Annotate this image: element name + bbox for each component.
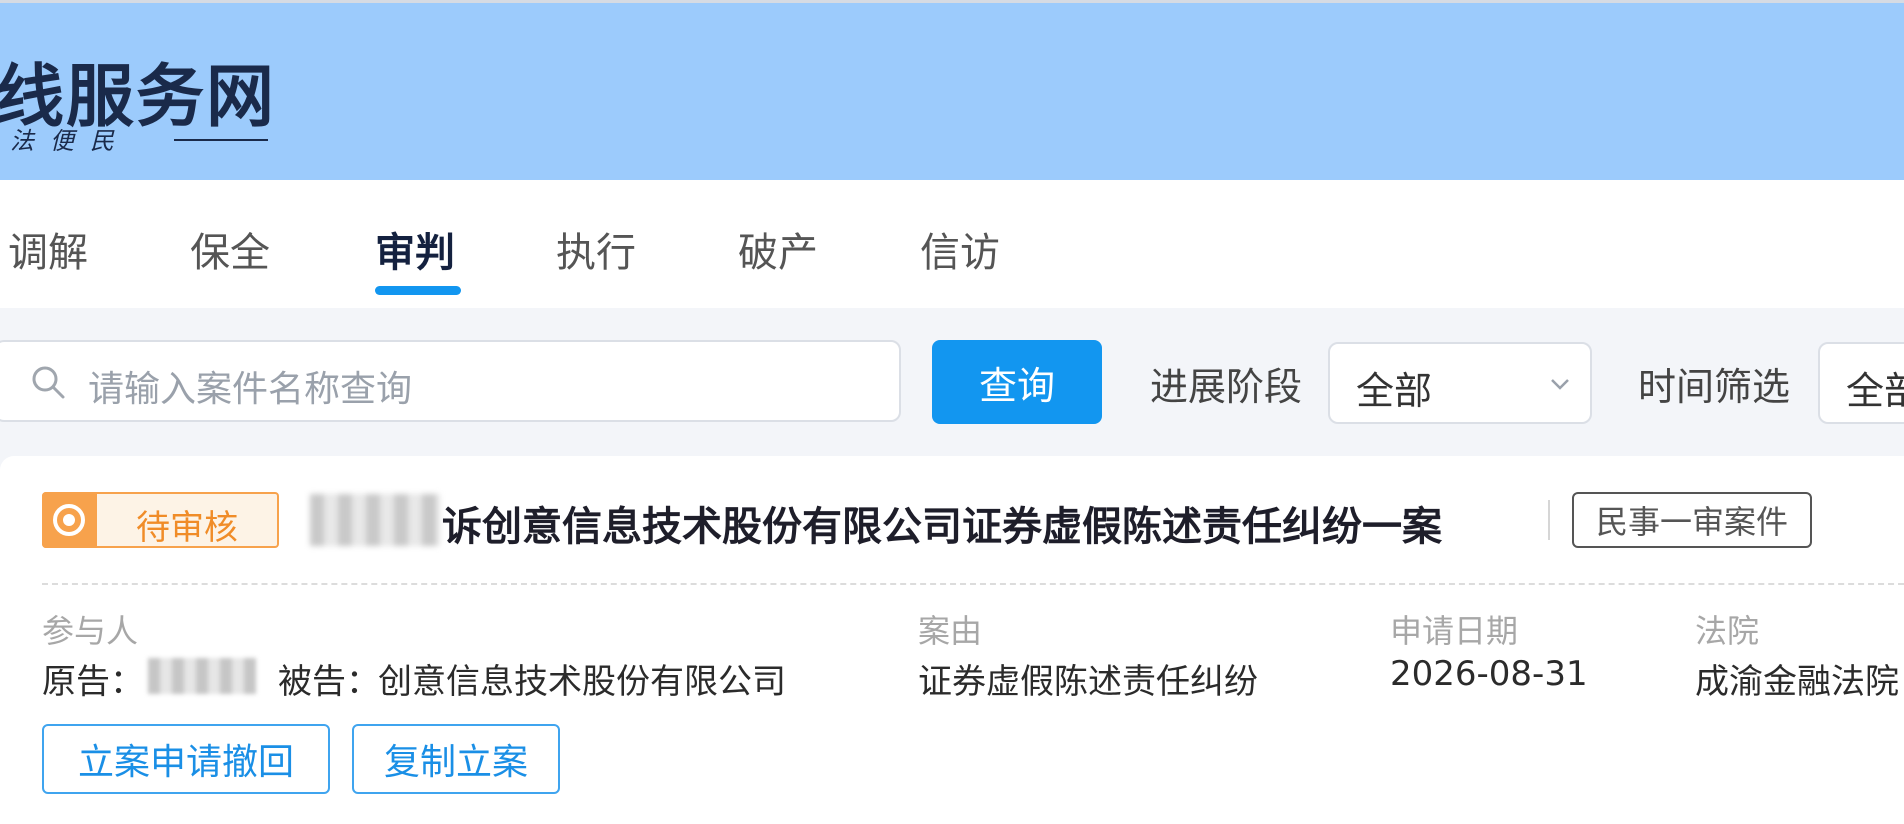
search-icon [32,366,65,399]
stage-select[interactable]: 全部 [1328,342,1592,424]
search-input[interactable]: 请输入案件名称查询 [0,340,901,422]
active-tab-indicator [375,286,461,295]
defendant-value: 创意信息技术股份有限公司 [378,662,786,702]
case-title[interactable]: 诉创意信息技术股份有限公司证券虚假陈述责任纠纷一案 [442,494,1442,552]
tab-bankruptcy[interactable]: 破产 [738,220,818,278]
query-button[interactable]: 查询 [932,340,1102,424]
category-tabs: 调解 保全 审判 执行 破产 信访 [0,180,1904,308]
stage-select-value: 全部 [1356,369,1433,413]
redacted-plaintiff [148,658,256,694]
tab-mediation[interactable]: 调解 [8,220,88,278]
time-filter-label: 时间筛选 [1638,365,1791,409]
withdraw-filing-button[interactable]: 立案申请撤回 [42,724,330,794]
participants-label: 参与人 [42,612,139,650]
copy-filing-button[interactable]: 复制立案 [352,724,560,794]
stage-filter-label: 进展阶段 [1150,365,1303,409]
site-slogan: 法便民 [10,127,130,155]
case-type-tag: 民事一审案件 [1572,492,1812,548]
slogan-divider [174,139,268,141]
tab-enforcement[interactable]: 执行 [556,220,636,278]
status-badge: 待审核 [42,492,279,548]
title-divider [1548,500,1550,540]
plaintiff-label: 原告： [42,662,144,702]
chevron-down-icon [1551,379,1569,390]
card-divider [42,583,1904,585]
site-header: 线服务网 法便民 [0,0,1904,180]
search-placeholder: 请输入案件名称查询 [88,369,413,410]
pending-icon [42,492,97,548]
time-select-value: 全部 [1846,369,1904,413]
tab-preservation[interactable]: 保全 [190,220,270,278]
court-label: 法院 [1695,612,1760,650]
defendant-label: 被告： [278,662,380,702]
cause-label: 案由 [918,612,983,650]
date-value: 2026-08-31 [1390,654,1588,694]
court-value: 成渝金融法院 [1695,662,1899,702]
date-label: 申请日期 [1390,612,1519,650]
tab-petition[interactable]: 信访 [920,220,1000,278]
tab-trial[interactable]: 审判 [375,220,455,278]
cause-value: 证券虚假陈述责任纠纷 [918,662,1258,702]
time-select[interactable]: 全部 [1818,342,1904,424]
redacted-plaintiff-name [310,494,440,546]
status-label: 待审核 [136,508,238,548]
